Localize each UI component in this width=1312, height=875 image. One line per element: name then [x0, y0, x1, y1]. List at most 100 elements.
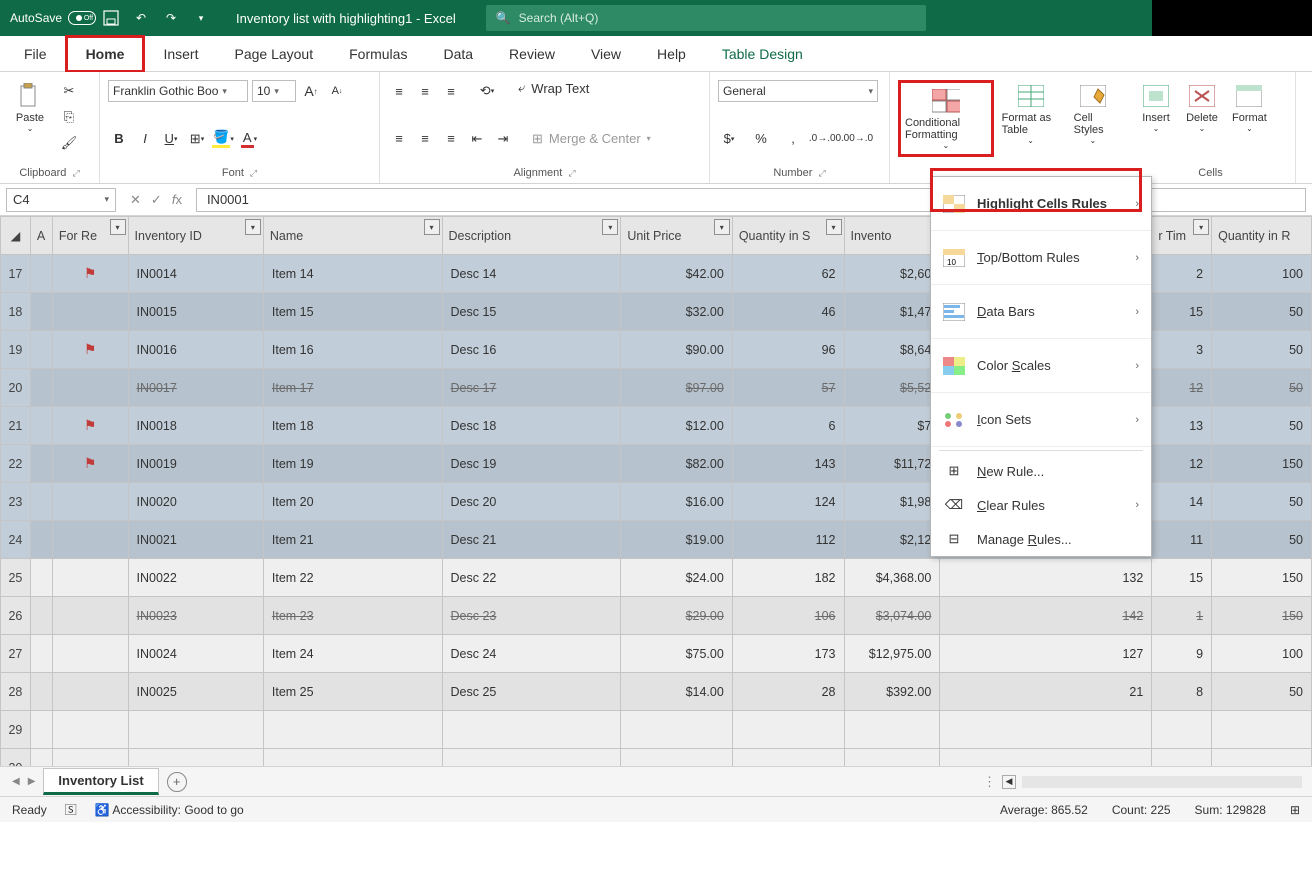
cell-inventory-value[interactable]: $12,975.00 [844, 635, 940, 673]
tab-page-layout[interactable]: Page Layout [216, 38, 331, 70]
column-header[interactable]: Description▾ [442, 217, 621, 255]
column-header[interactable]: Inventory ID▾ [128, 217, 263, 255]
format-painter-icon[interactable]: 🖌 [58, 132, 80, 154]
cell-reorder-time[interactable]: 9 [1152, 635, 1212, 673]
bold-button[interactable]: B [108, 128, 130, 150]
increase-indent-icon[interactable]: ⇥ [492, 128, 514, 150]
cell-name[interactable]: Item 15 [263, 293, 442, 331]
cancel-formula-icon[interactable]: ✕ [130, 192, 141, 208]
flag-cell[interactable] [52, 521, 128, 559]
cell-qty-reorder[interactable]: 50 [1212, 521, 1312, 559]
cell-inventory-value[interactable]: $3,074.00 [844, 597, 940, 635]
paste-button[interactable]: Paste ⌄ [8, 80, 52, 135]
cell-qty-stock[interactable]: 106 [732, 597, 844, 635]
italic-button[interactable]: I [134, 128, 156, 150]
cell-reorder-time[interactable]: 3 [1152, 331, 1212, 369]
cell-name[interactable]: Item 21 [263, 521, 442, 559]
cell-name[interactable]: Item 23 [263, 597, 442, 635]
menu-clear-rules[interactable]: ⌫ Clear Rules › [931, 488, 1151, 522]
undo-icon[interactable]: ↶ [130, 7, 152, 29]
font-color-button[interactable]: A▾ [238, 128, 260, 150]
flag-cell[interactable] [52, 293, 128, 331]
cell-inventory-id[interactable]: IN0021 [128, 521, 263, 559]
dialog-launcher-icon[interactable]: ⤢ [250, 168, 257, 179]
decrease-indent-icon[interactable]: ⇤ [466, 128, 488, 150]
cell-reorder-time[interactable]: 11 [1152, 521, 1212, 559]
orientation-icon[interactable]: ⟲▾ [476, 80, 498, 102]
table-row[interactable]: 30 [1, 749, 1312, 767]
cell-inventory-value[interactable]: $7 [844, 407, 940, 445]
column-header[interactable]: r Tim▾ [1152, 217, 1212, 255]
cell-inventory-id[interactable]: IN0020 [128, 483, 263, 521]
cell-name[interactable]: Item 25 [263, 673, 442, 711]
menu-icon-sets[interactable]: Icon Sets › [931, 393, 1151, 447]
cell-inventory-id[interactable]: IN0024 [128, 635, 263, 673]
autosave-toggle-switch[interactable]: Off [68, 11, 96, 25]
cell-qty-stock[interactable]: 112 [732, 521, 844, 559]
cell-qty-stock[interactable]: 182 [732, 559, 844, 597]
cell-name[interactable]: Item 16 [263, 331, 442, 369]
cell-description[interactable]: Desc 20 [442, 483, 621, 521]
table-row[interactable]: 28IN0025Item 25Desc 25$14.0028$392.00218… [1, 673, 1312, 711]
row-header[interactable]: 30 [1, 749, 31, 767]
cell-inventory-id[interactable]: IN0014 [128, 255, 263, 293]
table-row[interactable]: 29 [1, 711, 1312, 749]
save-icon[interactable] [100, 7, 122, 29]
flag-cell[interactable]: ⚑ [52, 407, 128, 445]
cell-unit-price[interactable]: $42.00 [621, 255, 732, 293]
underline-button[interactable]: U▾ [160, 128, 182, 150]
cell-inventory-value[interactable]: $8,64 [844, 331, 940, 369]
cell-name[interactable]: Item 20 [263, 483, 442, 521]
decrease-font-icon[interactable]: A↓ [326, 80, 348, 102]
cell-unit-price[interactable]: $24.00 [621, 559, 732, 597]
filter-icon[interactable]: ▾ [1193, 219, 1209, 235]
cell-description[interactable]: Desc 24 [442, 635, 621, 673]
view-normal-icon[interactable]: ⊞ [1290, 803, 1300, 817]
cell-name[interactable]: Item 14 [263, 255, 442, 293]
cell-qty-reorder[interactable]: 150 [1212, 559, 1312, 597]
number-format-combo[interactable]: General▾ [718, 80, 878, 102]
cell-description[interactable]: Desc 22 [442, 559, 621, 597]
dialog-launcher-icon[interactable]: ⤢ [568, 168, 575, 179]
menu-color-scales[interactable]: Color Scales › [931, 339, 1151, 393]
filter-icon[interactable]: ▾ [110, 219, 126, 235]
cell-description[interactable]: Desc 23 [442, 597, 621, 635]
filter-icon[interactable]: ▾ [424, 219, 440, 235]
row-header[interactable]: 25 [1, 559, 31, 597]
cell-inventory-value[interactable]: $11,72 [844, 445, 940, 483]
cell-qty-reorder[interactable]: 50 [1212, 673, 1312, 711]
cell-qty-reorder[interactable]: 150 [1212, 597, 1312, 635]
row-header[interactable]: 23 [1, 483, 31, 521]
cell-unit-price[interactable]: $32.00 [621, 293, 732, 331]
scroll-left-icon[interactable]: ◀ [1002, 775, 1016, 789]
cell-qty-reorder[interactable]: 100 [1212, 255, 1312, 293]
format-cells-button[interactable]: Format⌄ [1226, 80, 1273, 135]
cell-reorder-time[interactable]: 14 [1152, 483, 1212, 521]
insert-cells-button[interactable]: Insert⌄ [1134, 80, 1178, 135]
column-header[interactable]: Unit Price▾ [621, 217, 732, 255]
filter-icon[interactable]: ▾ [245, 219, 261, 235]
cell-unit-price[interactable]: $12.00 [621, 407, 732, 445]
tab-help[interactable]: Help [639, 38, 704, 70]
cut-icon[interactable]: ✂ [58, 80, 80, 102]
cell-reorder-time[interactable]: 13 [1152, 407, 1212, 445]
flag-cell[interactable]: ⚑ [52, 255, 128, 293]
sheet-tab[interactable]: Inventory List [43, 768, 158, 795]
cell-name[interactable]: Item 17 [263, 369, 442, 407]
cell-inventory-value[interactable]: $2,60 [844, 255, 940, 293]
tab-review[interactable]: Review [491, 38, 573, 70]
flag-cell[interactable] [52, 483, 128, 521]
cell-reorder-time[interactable]: 8 [1152, 673, 1212, 711]
tab-insert[interactable]: Insert [145, 38, 216, 70]
accounting-format-button[interactable]: $▾ [718, 128, 740, 150]
search-box[interactable]: 🔍 Search (Alt+Q) [486, 5, 926, 31]
column-header[interactable]: Quantity in S▾ [732, 217, 844, 255]
cell-reorder[interactable]: 132 [940, 559, 1152, 597]
copy-icon[interactable]: ⎘ [58, 106, 80, 128]
dialog-launcher-icon[interactable]: ⤢ [818, 168, 825, 179]
name-box[interactable]: C4▾ [6, 188, 116, 212]
cell-qty-reorder[interactable]: 50 [1212, 293, 1312, 331]
table-row[interactable]: 25IN0022Item 22Desc 22$24.00182$4,368.00… [1, 559, 1312, 597]
menu-top-bottom-rules[interactable]: 10 Top/Bottom Rules › [931, 231, 1151, 285]
add-sheet-button[interactable]: + [167, 772, 187, 792]
